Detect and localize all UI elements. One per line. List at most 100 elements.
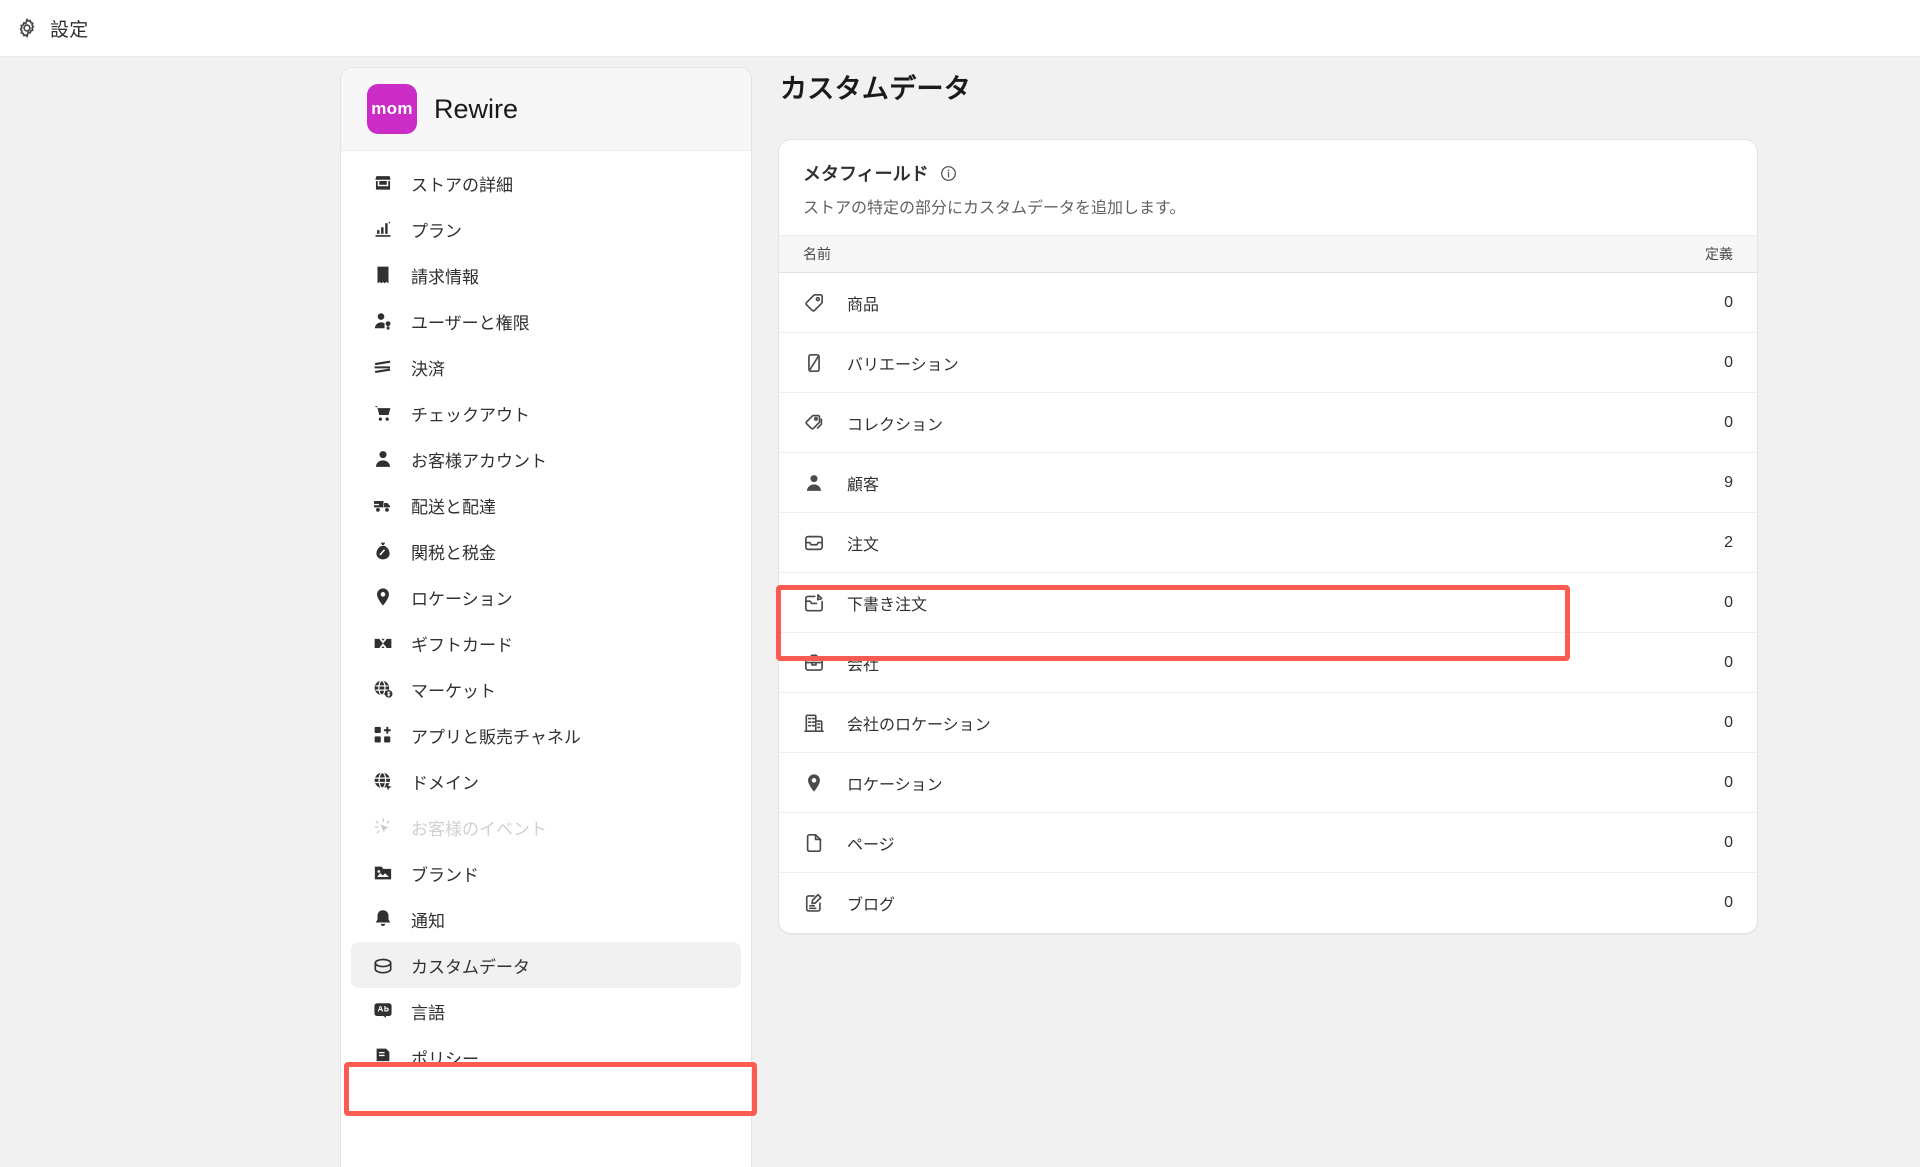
page-icon: [803, 832, 825, 854]
table-row[interactable]: 下書き注文 0: [779, 573, 1757, 633]
row-definition-count: 0: [1724, 894, 1733, 911]
gear-icon[interactable]: [14, 15, 40, 41]
sidebar-item-7[interactable]: お客様アカウント: [351, 436, 741, 482]
store-icon: [372, 172, 394, 194]
sidebar-item-label: ストアの詳細: [411, 175, 513, 195]
row-label: ブログ: [847, 897, 896, 914]
money-bag-icon: [372, 540, 394, 562]
row-definition-count: 0: [1724, 353, 1733, 371]
row-label: バリエーション: [847, 356, 959, 374]
sidebar-item-14[interactable]: ドメイン: [351, 758, 741, 804]
row-label: ロケーション: [847, 776, 943, 794]
sidebar-item-label: マーケット: [411, 681, 496, 701]
person-icon: [372, 448, 394, 470]
row-definition-count: 0: [1724, 653, 1733, 671]
truck-icon: [372, 494, 394, 516]
receipt-icon: [372, 264, 394, 286]
sidebar-item-label: 配送と配達: [411, 497, 496, 517]
tag-icon: [803, 292, 825, 314]
variant-icon: [803, 352, 825, 374]
sidebar-item-10[interactable]: ロケーション: [351, 574, 741, 620]
page-title-settings: 設定: [50, 19, 89, 41]
sidebar-item-label: アプリと販売チャネル: [411, 727, 581, 747]
table-row[interactable]: 顧客 9: [779, 453, 1757, 513]
store-header[interactable]: mom Rewire: [341, 68, 751, 151]
sidebar-item-12[interactable]: マーケット: [351, 666, 741, 712]
column-header-name: 名前: [803, 246, 831, 262]
sidebar-item-3[interactable]: 請求情報: [351, 252, 741, 298]
table-row[interactable]: ブログ 0: [779, 873, 1757, 933]
sidebar-item-label: 請求情報: [411, 267, 479, 287]
sidebar-item-label: ブランド: [411, 865, 479, 885]
bell-icon: [372, 908, 394, 930]
sidebar-item-label: カスタムデータ: [411, 957, 530, 977]
table-header-row: 名前 定義: [779, 235, 1757, 273]
metafields-card: メタフィールド ストアの特定の部分にカスタムデータを追加します。 名前 定義 商…: [778, 139, 1758, 934]
sidebar-item-18[interactable]: カスタムデータ: [351, 942, 741, 988]
sidebar-item-16[interactable]: ブランド: [351, 850, 741, 896]
gift-card-icon: [372, 632, 394, 654]
sidebar-item-20[interactable]: ポリシー: [351, 1034, 741, 1080]
row-label: 下書き注文: [847, 596, 928, 614]
sidebar-item-label: 決済: [411, 359, 445, 379]
table-row[interactable]: 商品 0: [779, 273, 1757, 333]
row-definition-count: 0: [1724, 713, 1733, 731]
chart-plan-icon: [372, 218, 394, 240]
row-definition-count: 9: [1724, 473, 1733, 491]
column-header-definitions: 定義: [1705, 246, 1733, 262]
table-row[interactable]: ページ 0: [779, 813, 1757, 873]
globe-icon: [372, 770, 394, 792]
sidebar-item-1[interactable]: ストアの詳細: [351, 160, 741, 206]
table-row[interactable]: コレクション 0: [779, 393, 1757, 453]
table-row[interactable]: 会社 0: [779, 633, 1757, 693]
sidebar-item-label: ポリシー: [411, 1049, 479, 1069]
sidebar-item-label: プラン: [411, 221, 462, 241]
cursor-icon: [372, 816, 394, 838]
sidebar-item-17[interactable]: 通知: [351, 896, 741, 942]
globe-dollar-icon: [372, 678, 394, 700]
top-bar: 設定: [0, 0, 1920, 57]
row-label: コレクション: [847, 416, 944, 434]
sidebar-item-4[interactable]: ユーザーと権限: [351, 298, 741, 344]
sidebar-item-label: ギフトカード: [411, 635, 513, 655]
user-key-icon: [372, 310, 394, 332]
sidebar-item-2[interactable]: プラン: [351, 206, 741, 252]
apps-icon: [372, 724, 394, 746]
main-page-title: カスタムデータ: [780, 74, 972, 104]
sidebar-item-label: 言語: [411, 1003, 445, 1023]
row-definition-count: 2: [1724, 533, 1733, 551]
metafields-table-body: 商品 0 バリエーション 0 コレクション 0 顧客 9 注文 2 下書き注文 0 会社 0 会社のロケーシ…: [779, 273, 1757, 933]
metafields-card-header: メタフィールド ストアの特定の部分にカスタムデータを追加します。: [779, 140, 1757, 235]
sidebar-item-5[interactable]: 決済: [351, 344, 741, 390]
row-label: 注文: [847, 536, 880, 554]
settings-sidebar: mom Rewire ストアの詳細 プラン請求情報ユーザーと権限決済チェックアウト…: [340, 67, 752, 1167]
row-definition-count: 0: [1724, 413, 1733, 431]
sidebar-item-label: お客様のイベント: [411, 819, 547, 839]
table-row[interactable]: バリエーション 0: [779, 333, 1757, 393]
row-label: 会社: [847, 656, 880, 674]
draft-order-icon: [803, 592, 825, 614]
sidebar-item-6[interactable]: チェックアウト: [351, 390, 741, 436]
sidebar-item-15: お客様のイベント: [351, 804, 741, 850]
sidebar-item-11[interactable]: ギフトカード: [351, 620, 741, 666]
sidebar-item-19[interactable]: 言語: [351, 988, 741, 1034]
blog-icon: [803, 892, 825, 914]
sidebar-item-label: 通知: [411, 911, 445, 931]
info-icon[interactable]: [940, 165, 957, 182]
language-icon: [372, 1000, 394, 1022]
table-row[interactable]: ロケーション 0: [779, 753, 1757, 813]
settings-nav: ストアの詳細 プラン請求情報ユーザーと権限決済チェックアウト お客様アカウント配送と…: [341, 151, 751, 1080]
row-label: 商品: [847, 296, 880, 314]
table-row[interactable]: 注文 2: [779, 513, 1757, 573]
row-label: 会社のロケーション: [847, 716, 991, 734]
order-icon: [803, 532, 825, 554]
sidebar-item-label: ドメイン: [411, 773, 479, 793]
table-row[interactable]: 会社のロケーション 0: [779, 693, 1757, 753]
sidebar-item-8[interactable]: 配送と配達: [351, 482, 741, 528]
row-label: ページ: [847, 836, 895, 854]
sidebar-item-9[interactable]: 関税と税金: [351, 528, 741, 574]
row-definition-count: 0: [1724, 833, 1733, 851]
sidebar-item-13[interactable]: アプリと販売チャネル: [351, 712, 741, 758]
store-name: Rewire: [434, 93, 519, 124]
metafields-title: メタフィールド: [803, 164, 929, 184]
